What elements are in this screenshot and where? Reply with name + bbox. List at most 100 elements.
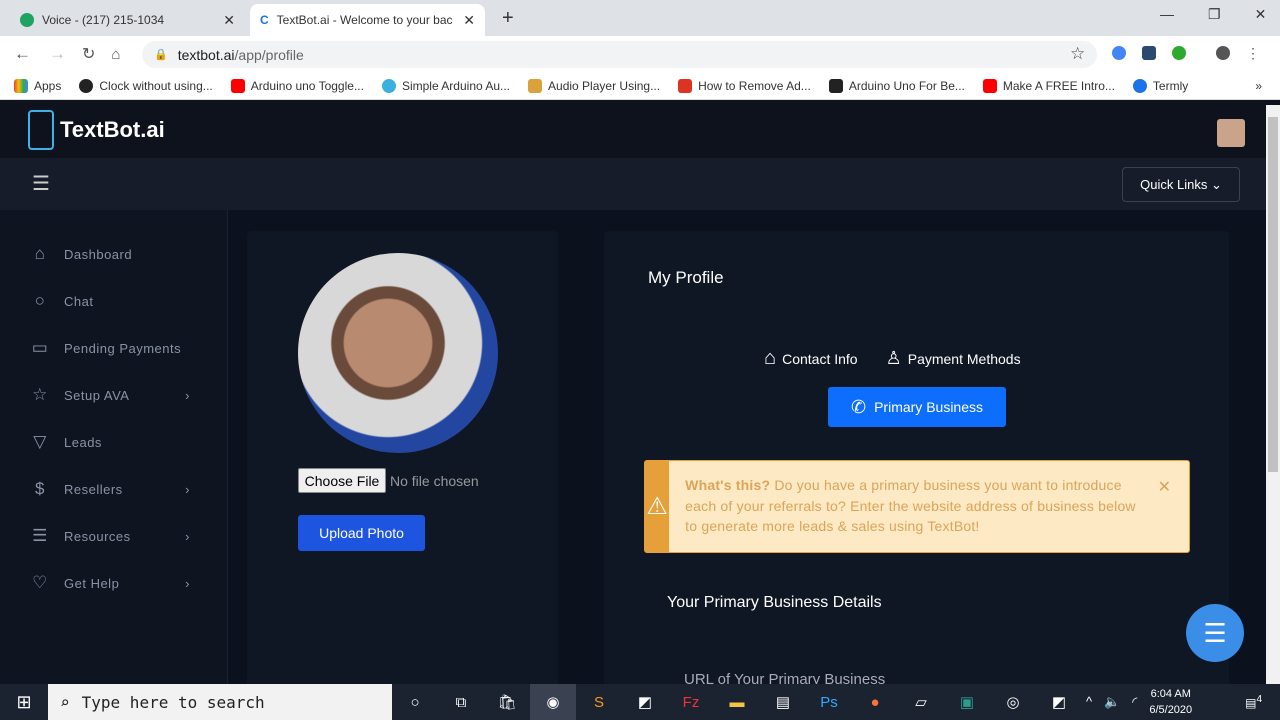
bookmark[interactable]: Arduino uno Toggle... bbox=[230, 78, 364, 93]
sidebar-item-pending-payments[interactable]: ▭ Pending Payments bbox=[30, 338, 190, 358]
app-icon[interactable]: ◩ bbox=[622, 684, 668, 720]
file-explorer-icon[interactable]: ▬ bbox=[714, 684, 760, 720]
bookmark[interactable]: How to Remove Ad... bbox=[678, 78, 811, 93]
chevron-right-icon: › bbox=[185, 481, 190, 497]
bookmark[interactable]: Simple Arduino Au... bbox=[381, 78, 510, 93]
close-window-icon[interactable]: ✕ bbox=[1255, 6, 1267, 23]
sidebar-item-dashboard[interactable]: ⌂ Dashboard bbox=[30, 244, 190, 264]
home-icon[interactable]: ⌂ bbox=[111, 46, 120, 63]
quick-links-button[interactable]: Quick Links ⌄ bbox=[1122, 167, 1240, 202]
hamburger-menu-icon[interactable]: ☰ bbox=[32, 174, 50, 194]
bookmark[interactable]: Clock without using... bbox=[79, 78, 213, 93]
minimize-icon[interactable]: — bbox=[1160, 6, 1174, 23]
upload-photo-button[interactable]: Upload Photo bbox=[298, 515, 425, 551]
new-tab-icon[interactable]: + bbox=[502, 7, 514, 30]
camera-icon[interactable]: ◎ bbox=[990, 684, 1036, 720]
close-tab-icon[interactable]: ✕ bbox=[223, 12, 235, 29]
store-icon[interactable]: 🛍 bbox=[484, 684, 530, 720]
avatar[interactable] bbox=[1217, 119, 1245, 147]
tab-textbot[interactable]: C TextBot.ai - Welcome to your bac ✕ bbox=[250, 4, 485, 36]
tab-payment-methods[interactable]: ♙ Payment Methods bbox=[886, 347, 1021, 370]
clock[interactable]: 6:04 AM 6/5/2020 bbox=[1149, 686, 1192, 718]
tab-voice[interactable]: Voice - (217) 215-1034 ✕ bbox=[10, 4, 245, 36]
photoshop-icon[interactable]: Ps bbox=[806, 684, 852, 720]
youtube-icon bbox=[982, 78, 997, 93]
sidebar-item-chat[interactable]: ○ Chat bbox=[30, 291, 190, 311]
bookmark-apps[interactable]: Apps bbox=[14, 78, 61, 93]
cortana-icon[interactable]: ○ bbox=[392, 684, 438, 720]
extension-icon[interactable] bbox=[1112, 46, 1126, 60]
voice-icon bbox=[20, 13, 34, 27]
bookmark[interactable]: Arduino Uno For Be... bbox=[828, 78, 965, 93]
textbot-favicon: C bbox=[260, 13, 269, 27]
chat-icon: ○ bbox=[34, 291, 46, 310]
taskbar: ⊞ ⌕ Type here to search ○ ⧉ 🛍 ◉ S ◩ Fz ▬ … bbox=[0, 684, 1280, 720]
photo-card: Choose File No file chosen Upload Photo bbox=[247, 231, 558, 691]
scrollbar[interactable] bbox=[1266, 105, 1280, 684]
phone-icon: ✆ bbox=[850, 396, 867, 417]
dollar-icon: $ bbox=[35, 479, 45, 498]
notifications-icon[interactable]: ▤4 bbox=[1245, 694, 1262, 710]
chevron-right-icon: › bbox=[185, 575, 190, 591]
close-alert-icon[interactable]: ✕ bbox=[1158, 477, 1171, 497]
bookmark[interactable]: Termly bbox=[1132, 78, 1188, 93]
bookmark-star-icon[interactable]: ☆ bbox=[1070, 44, 1085, 64]
favicon bbox=[79, 78, 94, 93]
reload-icon[interactable]: ↻ bbox=[82, 44, 95, 64]
app-icon[interactable]: ◩ bbox=[1036, 684, 1082, 720]
chrome-icon[interactable]: ◉ bbox=[530, 684, 576, 720]
sidebar-item-resellers[interactable]: $ Resellers › bbox=[30, 479, 190, 499]
firefox-icon[interactable]: ● bbox=[852, 684, 898, 720]
sidebar-item-leads[interactable]: ▽ Leads bbox=[30, 432, 190, 452]
youtube-icon bbox=[230, 78, 245, 93]
restore-icon[interactable]: ❐ bbox=[1208, 6, 1221, 23]
profile-card: My Profile ⌂ Contact Info ♙ Payment Method… bbox=[604, 231, 1229, 691]
task-view-icon[interactable]: ⧉ bbox=[438, 684, 484, 720]
chevron-right-icon: › bbox=[185, 387, 190, 403]
app-header: TextBot.ai bbox=[0, 100, 1266, 158]
phone-logo-icon bbox=[28, 110, 54, 150]
extension-icon[interactable] bbox=[1142, 46, 1156, 60]
tray-chevron-icon[interactable]: ^ bbox=[1086, 694, 1092, 710]
filezilla-icon[interactable]: Fz bbox=[668, 684, 714, 720]
sublime-icon[interactable]: S bbox=[576, 684, 622, 720]
chat-widget-button[interactable]: ☰ bbox=[1186, 604, 1244, 662]
bookmark[interactable]: Make A FREE Intro... bbox=[982, 78, 1115, 93]
profile-icon[interactable] bbox=[1216, 46, 1230, 60]
forward-icon[interactable]: → bbox=[49, 44, 66, 64]
app-icon[interactable]: ▤ bbox=[760, 684, 806, 720]
more-bookmarks[interactable]: » bbox=[1255, 79, 1262, 93]
favicon bbox=[828, 78, 843, 93]
home-icon: ⌂ bbox=[34, 244, 46, 263]
section-title: Your Primary Business Details bbox=[667, 594, 882, 611]
sidebar-item-get-help[interactable]: ♡ Get Help › bbox=[30, 573, 190, 593]
menu-icon[interactable]: ⋮ bbox=[1246, 46, 1260, 60]
volume-icon[interactable]: 🔈 bbox=[1104, 694, 1120, 710]
address-bar[interactable]: 🔒 textbot.ai/app/profile bbox=[142, 41, 1097, 68]
favicon bbox=[528, 78, 543, 93]
wifi-icon[interactable]: ◜ bbox=[1132, 694, 1137, 710]
bookmark[interactable]: Audio Player Using... bbox=[528, 78, 660, 93]
chevron-right-icon: › bbox=[185, 528, 190, 544]
windows-start-icon[interactable]: ⊞ bbox=[0, 684, 48, 720]
list-icon: ☰ bbox=[32, 526, 48, 545]
sidebar: ⌂ Dashboard ○ Chat ▭ Pending Payments ☆ Setu… bbox=[0, 210, 228, 684]
tab-contact-info[interactable]: ⌂ Contact Info bbox=[764, 347, 858, 370]
camera-app-icon[interactable]: ▣ bbox=[944, 684, 990, 720]
top-bar: ☰ Quick Links ⌄ bbox=[0, 158, 1266, 210]
apps-icon bbox=[14, 78, 28, 93]
close-tab-icon[interactable]: ✕ bbox=[463, 12, 475, 29]
chevron-down-icon: ⌄ bbox=[1210, 176, 1222, 192]
tab-primary-business[interactable]: ✆ Primary Business bbox=[828, 387, 1006, 427]
logo[interactable]: TextBot.ai bbox=[28, 110, 165, 150]
app-icon[interactable]: ▱ bbox=[898, 684, 944, 720]
sidebar-item-setup-ava[interactable]: ☆ Setup AVA › bbox=[30, 385, 190, 405]
favicon bbox=[678, 78, 693, 93]
favicon bbox=[1132, 78, 1147, 93]
sidebar-item-resources[interactable]: ☰ Resources › bbox=[30, 526, 190, 546]
extension-icon[interactable] bbox=[1172, 46, 1186, 60]
back-icon[interactable]: ← bbox=[14, 44, 31, 64]
choose-file-button[interactable]: Choose File bbox=[298, 468, 386, 493]
taskbar-search[interactable]: ⌕ Type here to search bbox=[48, 684, 392, 720]
credit-card-icon: ▭ bbox=[31, 338, 49, 357]
